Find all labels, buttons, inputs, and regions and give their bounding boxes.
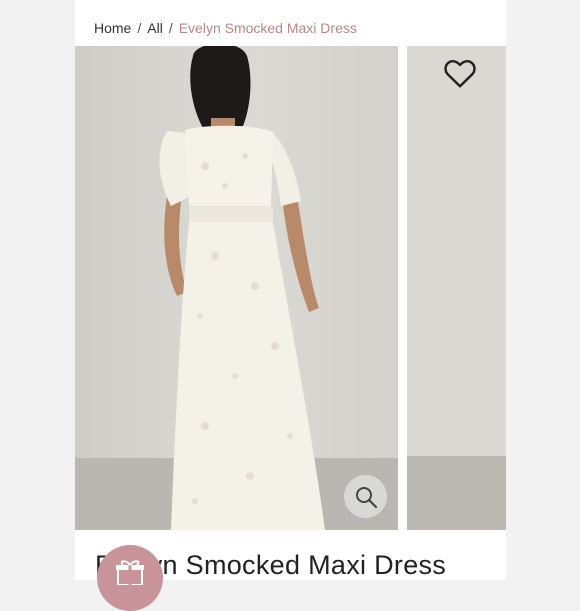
heart-icon — [444, 59, 476, 88]
breadcrumb-separator: / — [137, 20, 142, 36]
dress-photo — [75, 46, 398, 530]
breadcrumb-separator: / — [168, 20, 173, 36]
product-page: Home / All / Evelyn Smocked Maxi Dress E… — [75, 0, 506, 580]
breadcrumb-home[interactable]: Home — [94, 20, 131, 36]
breadcrumb-current[interactable]: Evelyn Smocked Maxi Dress — [179, 20, 357, 36]
magnifier-icon — [355, 486, 377, 508]
zoom-button[interactable] — [344, 475, 387, 518]
breadcrumb: Home / All / Evelyn Smocked Maxi Dress — [94, 20, 357, 36]
product-secondary-image[interactable] — [407, 46, 506, 530]
product-main-image[interactable] — [75, 46, 398, 530]
dress-photo-secondary — [407, 46, 506, 530]
gift-icon — [116, 560, 144, 585]
breadcrumb-all[interactable]: All — [147, 20, 163, 36]
wishlist-button[interactable] — [443, 58, 477, 90]
gift-button[interactable] — [97, 545, 163, 611]
